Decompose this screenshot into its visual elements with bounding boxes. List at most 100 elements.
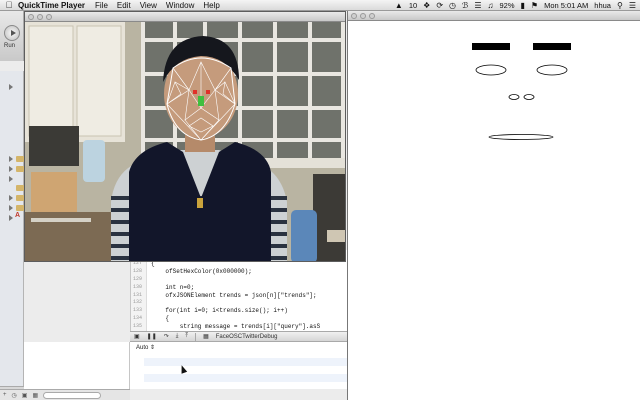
xcode-toolbar: Run <box>0 11 24 61</box>
line-number: 129 <box>133 275 143 282</box>
pause-icon[interactable]: ❚❚ <box>147 333 157 340</box>
trash-bin <box>313 174 345 261</box>
cabinet-door <box>28 25 74 137</box>
left-eyebrow <box>472 43 510 50</box>
line-gutter: 126127128129130131132133134135 <box>131 250 147 331</box>
step-out-icon[interactable]: ⤒ <box>185 333 188 340</box>
code-line[interactable]: ofxJSONElement trends = json[n]["trends"… <box>151 292 316 299</box>
console-row <box>144 374 347 382</box>
step-in-icon[interactable]: ⤓ <box>176 333 179 340</box>
zoom-icon[interactable] <box>369 12 375 19</box>
menu-help[interactable]: Help <box>203 1 219 10</box>
clock-icon[interactable]: ◷ <box>12 392 17 399</box>
folder-icon <box>16 156 24 162</box>
console-scope-select[interactable]: Auto ⇕ <box>136 344 155 351</box>
printer <box>29 126 79 166</box>
disclosure-icon[interactable] <box>9 176 13 182</box>
disclosure-icon[interactable] <box>9 156 13 162</box>
run-button[interactable] <box>4 25 20 41</box>
close-icon[interactable] <box>28 13 34 20</box>
minimize-icon[interactable] <box>37 13 43 20</box>
close-icon[interactable] <box>351 12 357 19</box>
console-scope-value: Auto <box>136 345 149 351</box>
face-window-titlebar[interactable] <box>348 11 640 21</box>
menu-window[interactable]: Window <box>166 1 194 10</box>
folder-icon <box>16 166 24 172</box>
menu-clock[interactable]: Mon 5:01 AM <box>544 1 588 10</box>
face-output-window[interactable] <box>347 11 640 400</box>
code-line[interactable]: ofSetHexColor(0x000000); <box>151 268 251 275</box>
right-nostril <box>523 94 535 100</box>
add-icon[interactable]: + <box>3 392 7 398</box>
sync-icon[interactable]: ⟳ <box>436 1 443 10</box>
user-menu[interactable]: hhua <box>594 1 611 10</box>
mesh-marker <box>193 90 197 94</box>
disclosure-icon[interactable] <box>9 205 13 211</box>
dropbox-icon[interactable]: ❖ <box>423 1 430 10</box>
menu-bar:  QuickTime Player File Edit View Window… <box>0 0 640 11</box>
camera-window[interactable] <box>24 11 346 262</box>
disclosure-icon[interactable] <box>9 215 13 221</box>
file-type-icon: A <box>15 212 21 219</box>
navigator-bottom-bar: + ◷ ▣ ▦ <box>0 389 130 400</box>
line-number: 131 <box>133 291 143 298</box>
face-canvas <box>472 43 571 140</box>
camera-window-titlebar[interactable] <box>25 12 345 22</box>
filter-field[interactable] <box>43 391 102 399</box>
separator <box>195 332 197 341</box>
code-line[interactable]: { <box>151 315 169 322</box>
cardboard-box <box>31 172 77 212</box>
folder-icon <box>16 195 24 201</box>
spotlight-icon[interactable]: ⚲ <box>617 1 623 10</box>
timemachine-icon[interactable]: ◷ <box>449 1 456 10</box>
left-nostril <box>508 94 520 100</box>
menu-view[interactable]: View <box>140 1 157 10</box>
mesh-nose-marker <box>198 96 204 106</box>
project-navigator: A + <box>0 71 24 400</box>
line-number: 130 <box>133 283 143 290</box>
wifi-icon[interactable]: ☰ <box>474 1 481 10</box>
paper <box>31 218 91 222</box>
battery-icon: ▮ <box>520 0 525 10</box>
code-line[interactable]: string message = trends[i]["query"].asS <box>151 323 320 330</box>
water-jug <box>83 140 105 182</box>
debug-bar: ▣ ❚❚ ↷ ⤓ ⤒ ▦ FaceOSCTwitterDebug <box>130 331 347 342</box>
zoom-icon[interactable] <box>46 13 52 20</box>
folder-icon <box>16 185 24 191</box>
menu-edit[interactable]: Edit <box>117 1 131 10</box>
adobe-count: 10 <box>408 1 418 10</box>
folder-icon <box>16 205 24 211</box>
scm-icon[interactable]: ▣ <box>22 392 28 399</box>
notifications-icon[interactable]: ☰ <box>629 1 636 10</box>
code-line[interactable]: for(int i=0; i<trends.size(); i++) <box>151 307 287 314</box>
battery-percent[interactable]: 92% <box>499 1 514 10</box>
minimize-icon[interactable] <box>360 12 366 19</box>
menu-file[interactable]: File <box>95 1 108 10</box>
console-row <box>144 358 347 366</box>
line-number: 134 <box>133 315 143 322</box>
toggle-console-icon[interactable]: ▣ <box>134 333 140 340</box>
debug-target-label[interactable]: FaceOSCTwitterDebug <box>216 334 278 340</box>
flag-icon[interactable]: ⚑ <box>531 1 538 10</box>
grid-icon[interactable]: ▦ <box>32 392 38 399</box>
line-number: 135 <box>133 323 143 330</box>
code-editor[interactable]: 126127128129130131132133134135 if(parsed… <box>130 250 347 331</box>
cabinet-door <box>76 25 122 137</box>
code-line[interactable]: int n=0; <box>151 284 194 291</box>
line-number: 128 <box>133 267 143 274</box>
left-eye <box>475 64 507 76</box>
camera-scene <box>25 22 345 261</box>
bluetooth-icon[interactable]: ℬ <box>462 1 468 10</box>
stool <box>327 230 345 242</box>
volume-icon[interactable]: ♫ <box>487 1 493 10</box>
disclosure-icon[interactable] <box>9 195 13 201</box>
disclosure-icon[interactable] <box>9 166 13 172</box>
disclosure-icon[interactable] <box>9 84 13 90</box>
step-over-icon[interactable]: ↷ <box>164 333 169 340</box>
app-name-menu[interactable]: QuickTime Player <box>18 1 85 10</box>
status-area: ▲ 10 ❖ ⟳ ◷ ℬ ☰ ♫ 92% ▮ ⚑ Mon 5:01 AM hhu… <box>395 0 636 11</box>
adobe-icon[interactable]: ▲ <box>395 1 403 10</box>
line-number: 133 <box>133 307 143 314</box>
apple-icon[interactable]:  <box>0 0 18 10</box>
right-eye <box>536 64 568 76</box>
